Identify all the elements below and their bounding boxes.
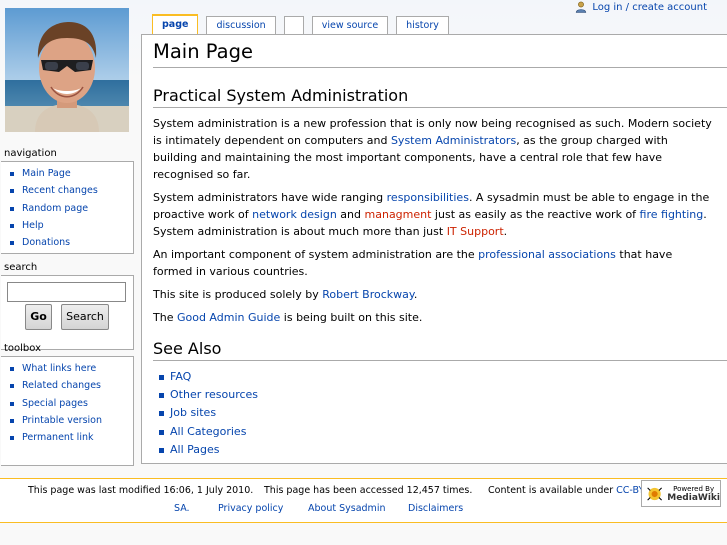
link-good-admin-guide[interactable]: Good Admin Guide [177, 311, 280, 324]
toolbox-portlet: toolbox What links here Related changes … [0, 342, 134, 466]
footer-about-link[interactable]: About Sysadmin [308, 501, 385, 517]
paragraph-intro: System administration is a new professio… [153, 115, 713, 183]
nav-link-main-page[interactable]: Main Page [22, 168, 71, 179]
personal-tools: Log in / create account [575, 0, 707, 14]
nav-link-donations[interactable]: Donations [22, 237, 70, 248]
link-it-support[interactable]: IT Support [447, 225, 504, 238]
see-also-item[interactable]: All Pages [159, 441, 713, 459]
see-also-list: FAQ Other resources Job sites All Catego… [153, 368, 713, 459]
toolbox-body: What links here Related changes Special … [1, 356, 134, 466]
toolbox-item-related-changes[interactable]: Related changes [10, 377, 133, 394]
powered-by-text: Powered By MediaWiki [667, 485, 720, 503]
paragraph-author: This site is produced solely by Robert B… [153, 286, 713, 303]
toolbox-link-what-links-here[interactable]: What links here [22, 363, 96, 374]
footer-disclaimers-link[interactable]: Disclaimers [408, 501, 463, 517]
footer-copyright-text: Content is available under [488, 485, 617, 496]
navigation-heading: navigation [4, 148, 57, 159]
paragraph-text: An important component of system adminis… [153, 248, 479, 261]
site-logo[interactable] [5, 8, 129, 132]
go-button[interactable]: Go [25, 304, 52, 330]
link-job-sites[interactable]: Job sites [170, 406, 216, 419]
see-also-item[interactable]: All Categories [159, 423, 713, 441]
toolbox-heading: toolbox [4, 343, 42, 354]
footer-license-link-continued[interactable]: SA. [174, 501, 190, 517]
paragraph-guide: The Good Admin Guide is being built on t… [153, 309, 713, 326]
powered-by-mediawiki-badge[interactable]: Powered By MediaWiki [641, 480, 721, 507]
nav-link-help[interactable]: Help [22, 220, 44, 231]
footer-privacy-link[interactable]: Privacy policy [218, 501, 283, 517]
link-faq[interactable]: FAQ [170, 370, 191, 383]
tab-blank[interactable] [283, 16, 304, 34]
search-heading: search [4, 262, 38, 273]
paragraph-text: and [336, 208, 365, 221]
toolbox-link-related-changes[interactable]: Related changes [22, 380, 101, 391]
see-also-item[interactable]: FAQ [159, 368, 713, 386]
toolbox-link-printable-version[interactable]: Printable version [22, 415, 102, 426]
toolbox-item-permanent-link[interactable]: Permanent link [10, 429, 133, 446]
nav-item-recent-changes[interactable]: Recent changes [10, 182, 133, 199]
link-all-pages[interactable]: All Pages [170, 443, 220, 456]
section-heading-practical: Practical System Administration [153, 85, 727, 108]
paragraph-associations: An important component of system adminis… [153, 246, 713, 280]
powered-by-line2: MediaWiki [667, 492, 720, 503]
paragraph-text: System administrators have wide ranging [153, 191, 387, 204]
link-all-categories[interactable]: All Categories [170, 425, 246, 438]
footer-viewcount: This page has been accessed 12,457 times… [264, 485, 473, 496]
login-link[interactable]: Log in / create account [592, 2, 707, 13]
mediawiki-flower-icon [645, 484, 665, 503]
tab-discussion[interactable]: discussion [206, 16, 276, 34]
link-system-administrators[interactable]: System Administrators [391, 134, 516, 147]
tab-page[interactable]: page [152, 14, 199, 35]
toolbox-item-special-pages[interactable]: Special pages [10, 395, 133, 412]
link-network-design[interactable]: network design [252, 208, 337, 221]
toolbox-link-special-pages[interactable]: Special pages [22, 398, 88, 409]
nav-link-recent-changes[interactable]: Recent changes [22, 185, 98, 196]
paragraph-text: . [503, 225, 508, 238]
content-area: Main Page Practical System Administratio… [141, 34, 727, 464]
tab-view-source[interactable]: view source [311, 16, 389, 34]
footer-copyright: Content is available under CC-BY- [488, 483, 647, 499]
link-fire-fighting[interactable]: fire fighting [640, 208, 704, 221]
link-robert-brockway[interactable]: Robert Brockway [322, 288, 414, 301]
paragraph-text: This site is produced solely by [153, 288, 323, 301]
page-tabs: page discussion view source history [152, 14, 457, 35]
footer: This page was last modified 16:06, 1 Jul… [0, 478, 727, 523]
user-icon [575, 1, 587, 13]
toolbox-item-what-links-here[interactable]: What links here [10, 360, 133, 377]
see-also-item[interactable]: Job sites [159, 404, 713, 422]
paragraph-text: The [153, 311, 177, 324]
toolbox-item-printable-version[interactable]: Printable version [10, 412, 133, 429]
link-other-resources[interactable]: Other resources [170, 388, 258, 401]
see-also-item[interactable]: Other resources [159, 386, 713, 404]
navigation-body: Main Page Recent changes Random page Hel… [1, 161, 134, 254]
body-content: Practical System Administration System a… [153, 85, 727, 459]
tab-history[interactable]: history [396, 16, 449, 34]
page-title: Main Page [153, 38, 727, 68]
nav-item-random-page[interactable]: Random page [10, 200, 133, 217]
nav-link-random-page[interactable]: Random page [22, 203, 88, 214]
paragraph-responsibilities: System administrators have wide ranging … [153, 189, 713, 240]
nav-item-help[interactable]: Help [10, 217, 133, 234]
section-heading-see-also: See Also [153, 338, 727, 361]
footer-lastmod: This page was last modified 16:06, 1 Jul… [28, 485, 254, 496]
link-professional-associations[interactable]: professional associations [478, 248, 616, 261]
link-responsibilities[interactable]: responsibilities [387, 191, 469, 204]
navigation-portlet: navigation Main Page Recent changes Rand… [0, 147, 134, 254]
toolbox-link-permanent-link[interactable]: Permanent link [22, 432, 93, 443]
nav-item-main-page[interactable]: Main Page [10, 165, 133, 182]
paragraph-text: is being built on this site. [280, 311, 423, 324]
search-button[interactable]: Search [61, 304, 109, 330]
search-input[interactable] [7, 282, 126, 302]
nav-item-donations[interactable]: Donations [10, 234, 133, 251]
paragraph-text: just as easily as the reactive work of [431, 208, 640, 221]
link-managment[interactable]: managment [365, 208, 432, 221]
paragraph-text: . [413, 288, 418, 301]
